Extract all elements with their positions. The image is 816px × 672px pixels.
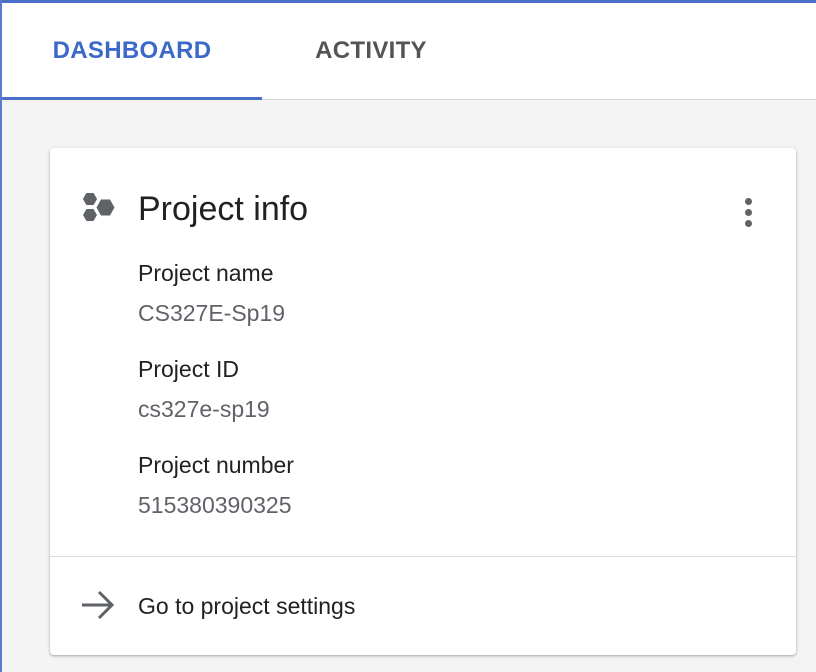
tab-activity-label: ACTIVITY: [315, 37, 427, 64]
project-number-value: 515380390325: [138, 492, 292, 518]
arrow-right-icon: [78, 585, 118, 625]
go-to-project-settings-link[interactable]: Go to project settings: [50, 557, 796, 655]
tab-dashboard[interactable]: DASHBOARD: [2, 3, 262, 100]
hexagons-icon: [74, 188, 122, 236]
project-id-label: Project ID: [138, 356, 239, 382]
left-accent-line: [0, 0, 2, 672]
project-name-value: CS327E-Sp19: [138, 300, 286, 326]
project-name-label: Project name: [138, 260, 274, 286]
card-title: Project info: [138, 190, 309, 228]
active-tab-indicator: [2, 97, 262, 100]
more-dot: [744, 197, 752, 205]
tab-activity[interactable]: ACTIVITY: [262, 3, 480, 99]
more-vert-icon[interactable]: [732, 192, 764, 232]
project-number-label: Project number: [138, 452, 294, 478]
project-info-card: Project info Project name CS327E-Sp19 Pr…: [50, 148, 796, 655]
project-id-value: cs327e-sp19: [138, 396, 270, 422]
more-dot: [744, 208, 752, 216]
settings-link-label: Go to project settings: [138, 593, 356, 619]
more-dot: [744, 219, 752, 227]
tab-dashboard-label: DASHBOARD: [52, 37, 212, 64]
tab-bar: DASHBOARD ACTIVITY: [2, 3, 816, 100]
